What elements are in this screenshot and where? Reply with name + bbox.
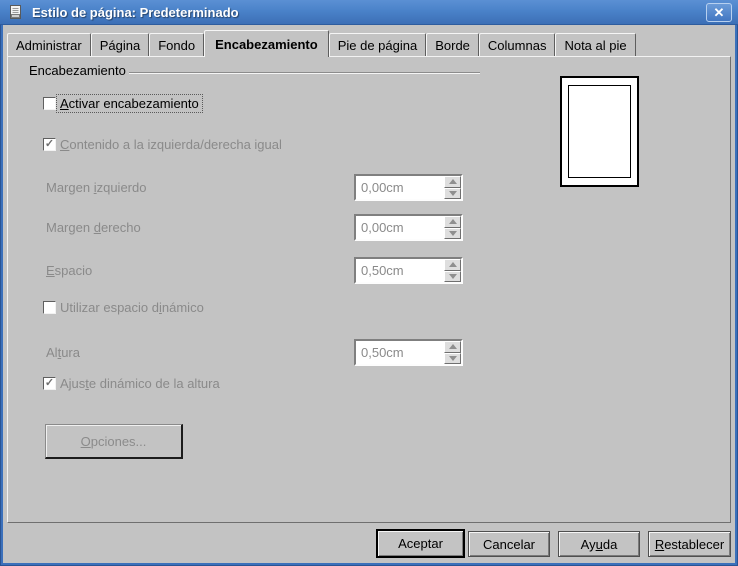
height-spinbox[interactable]: 0,50cm [354, 339, 463, 366]
close-icon[interactable]: ✕ [706, 3, 732, 22]
spin-down-icon[interactable] [444, 271, 461, 283]
titlebar: Estilo de página: Predeterminado ✕ [0, 0, 738, 25]
spin-down-icon[interactable] [444, 353, 461, 365]
spacing-label: Espacio [46, 264, 92, 278]
group-title: Encabezamiento [29, 64, 126, 78]
tab-encabezamiento[interactable]: Encabezamiento [204, 30, 329, 57]
cancel-button[interactable]: Cancelar [468, 531, 550, 557]
spin-up-icon[interactable] [444, 259, 461, 271]
same-content-checkbox-label: Contenido a la izquierda/derecha igual [60, 138, 282, 152]
tab-pagina[interactable]: Página [91, 33, 149, 56]
tab-fondo[interactable]: Fondo [149, 33, 204, 56]
page-preview-text-area [568, 85, 631, 178]
spin-up-icon[interactable] [444, 216, 461, 228]
header-on-checkbox[interactable] [43, 97, 56, 110]
page-preview [560, 76, 639, 187]
tab-administrar[interactable]: Administrar [7, 33, 91, 56]
tab-nota-al-pie[interactable]: Nota al pie [555, 33, 635, 56]
header-on-checkbox-label[interactable]: Activar encabezamiento [56, 94, 203, 113]
group-divider-line [129, 72, 480, 74]
autofit-height-checkbox-label: Ajuste dinámico de la altura [60, 377, 220, 391]
tab-pie-de-pagina[interactable]: Pie de página [329, 33, 427, 56]
spin-down-icon[interactable] [444, 188, 461, 200]
autofit-height-checkbox[interactable]: ✓ [43, 377, 56, 390]
check-icon: ✓ [45, 378, 54, 389]
spin-up-icon[interactable] [444, 176, 461, 188]
right-margin-label: Margen derecho [46, 221, 141, 235]
left-margin-spinbox[interactable]: 0,00cm [354, 174, 463, 201]
left-margin-label: Margen izquierdo [46, 181, 146, 195]
document-icon [8, 4, 24, 20]
more-options-button[interactable]: Opciones... [45, 424, 183, 459]
ok-button[interactable]: Aceptar [376, 529, 465, 558]
spin-up-icon[interactable] [444, 341, 461, 353]
spacing-spinbox[interactable]: 0,50cm [354, 257, 463, 284]
height-label: Altura [46, 346, 80, 360]
dynamic-spacing-checkbox[interactable] [43, 301, 56, 314]
tab-borde[interactable]: Borde [426, 33, 479, 56]
check-icon: ✓ [45, 139, 54, 150]
spin-down-icon[interactable] [444, 228, 461, 240]
tab-columnas[interactable]: Columnas [479, 33, 556, 56]
tab-bar: Administrar Página Fondo Encabezamiento … [7, 30, 636, 56]
right-margin-spinbox[interactable]: 0,00cm [354, 214, 463, 241]
spacing-value[interactable]: 0,50cm [356, 259, 444, 282]
help-button[interactable]: Ayuda [558, 531, 640, 557]
height-value[interactable]: 0,50cm [356, 341, 444, 364]
window-title: Estilo de página: Predeterminado [32, 5, 239, 20]
tab-page-header: Encabezamiento Activar encabezamiento ✓ … [7, 56, 731, 523]
dynamic-spacing-checkbox-label: Utilizar espacio dinámico [60, 301, 204, 315]
page-style-dialog: Estilo de página: Predeterminado ✕ Admin… [0, 0, 738, 566]
right-margin-value[interactable]: 0,00cm [356, 216, 444, 239]
same-content-checkbox[interactable]: ✓ [43, 138, 56, 151]
reset-button[interactable]: Restablecer [648, 531, 731, 557]
dialog-body: Administrar Página Fondo Encabezamiento … [3, 25, 735, 563]
left-margin-value[interactable]: 0,00cm [356, 176, 444, 199]
